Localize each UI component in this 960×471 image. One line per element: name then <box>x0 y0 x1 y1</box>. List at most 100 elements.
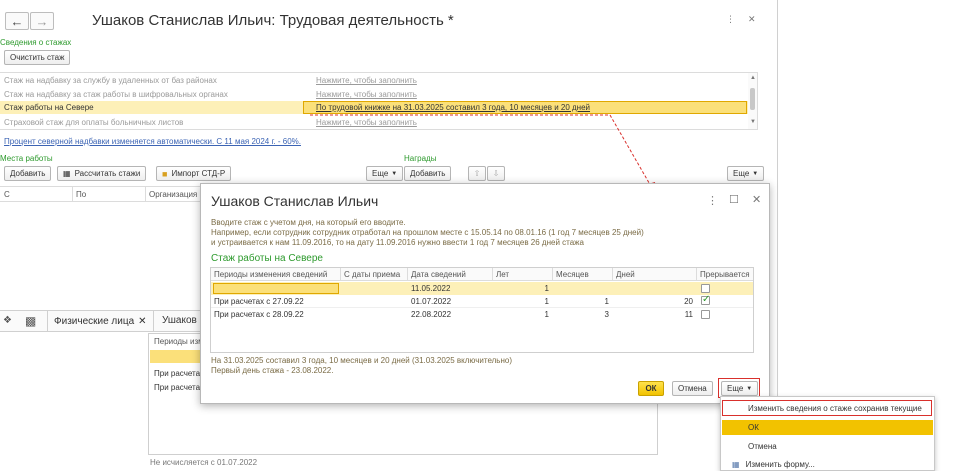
tab-physical-persons[interactable]: Физические лица ✕ <box>47 311 154 331</box>
interrupted-checkbox[interactable] <box>701 310 710 321</box>
hint-line: Вводите стаж с учетом дня, на который ег… <box>211 218 406 227</box>
calc-stazh-button[interactable]: ▦ Рассчитать стажи <box>57 166 147 181</box>
months-cell: 1 <box>604 297 609 306</box>
section-title: Стаж работы на Севере <box>211 253 323 264</box>
date-cell: 22.08.2022 <box>411 310 452 319</box>
chevron-down-icon: ▼ <box>746 385 753 392</box>
bg-row: При расчетах <box>154 383 205 392</box>
bg-highlight-row <box>150 350 202 363</box>
scroll-thumb[interactable] <box>750 88 755 110</box>
close-icon[interactable]: ✕ <box>748 14 756 25</box>
taskbar: ❖ ▩ Физические лица ✕ Ушаков <box>0 310 200 332</box>
period-cell-editing[interactable] <box>213 283 339 294</box>
header-line <box>0 201 200 202</box>
col-header: Дней <box>613 268 697 281</box>
north-percent-link[interactable]: Процент северной надбавки изменяется авт… <box>4 137 301 146</box>
calculator-icon: ▦ <box>63 169 71 178</box>
menu-item-label: Изменить сведения о стаже сохранив текущ… <box>748 403 922 413</box>
dialog-more-button[interactable]: Еще ▼ <box>721 381 759 396</box>
stazh-row-value[interactable]: Нажмите, чтобы заполнить <box>316 90 417 99</box>
summary-line: Первый день стажа - 23.08.2022. <box>211 366 334 375</box>
arrow-right-icon: → <box>35 13 49 29</box>
bg-row: При расчетах <box>154 369 205 378</box>
days-cell: 20 <box>684 297 693 306</box>
connector-arrow <box>310 114 656 194</box>
col-header: Прерывается <box>700 270 750 279</box>
date-cell: 01.07.2022 <box>411 297 452 306</box>
more-awards-button[interactable]: Еще ▼ <box>727 166 765 181</box>
scroll-down-icon[interactable]: ▼ <box>750 119 756 125</box>
col-header: Периоды изменения сведений <box>211 268 341 281</box>
maximize-icon[interactable]: ☐ <box>729 193 739 206</box>
stazh-row-label: Стаж на надбавку за службу в удаленных о… <box>4 76 217 85</box>
stazh-row-label: Страховой стаж для оплаты больничных лис… <box>4 118 184 127</box>
tab-label: Физические лица <box>54 315 135 327</box>
menu-item-label: ОК <box>748 423 759 432</box>
window-title: Ушаков Станислав Ильич: Трудовая деятель… <box>92 12 454 29</box>
stazh-row[interactable]: Стаж на надбавку за службу в удаленных о… <box>0 74 748 87</box>
col-divider <box>145 187 146 201</box>
col-header: Месяцев <box>553 268 613 281</box>
section-label-stazh: Сведения о стажах <box>0 38 72 47</box>
checkmark-icon: ✓ <box>702 294 711 305</box>
col-header: Дата сведений <box>408 268 493 281</box>
tab-ushakov[interactable]: Ушаков <box>162 315 197 326</box>
col-header: Лет <box>493 268 553 281</box>
years-cell: 1 <box>544 284 549 293</box>
connector-line <box>310 114 653 189</box>
stazh-row-value[interactable]: Нажмите, чтобы заполнить <box>316 76 417 85</box>
years-cell: 1 <box>544 310 549 319</box>
table-row[interactable]: 11.05.2022 1 <box>211 282 753 295</box>
period-cell: При расчетах с 27.09.22 <box>214 297 304 306</box>
table-header: Периоды изменения сведений С даты приема… <box>211 268 753 281</box>
clear-stazh-button[interactable]: Очистить стаж <box>4 50 71 65</box>
days-cell: 11 <box>684 310 693 319</box>
section-label-places: Места работы <box>0 154 53 163</box>
stazh-row-label: Стаж на надбавку за стаж работы в шифров… <box>4 90 228 99</box>
scrollbar[interactable]: ▲ ▼ <box>748 73 757 129</box>
more-awards-label: Еще <box>733 169 750 178</box>
menu-item-change-form[interactable]: ▦ Изменить форму... <box>722 457 933 471</box>
months-cell: 3 <box>604 310 609 319</box>
dialog-close-icon[interactable]: ✕ <box>752 193 761 206</box>
scroll-up-icon[interactable]: ▲ <box>750 75 756 81</box>
menu-item-label: Отмена <box>748 442 777 451</box>
col-header-from: С <box>4 190 10 199</box>
interrupted-checkbox[interactable]: ✓ <box>701 294 711 307</box>
back-button[interactable]: ← <box>5 12 29 30</box>
pin-icon[interactable]: ❖ <box>3 315 12 326</box>
dialog-more-icon[interactable]: ⋮ <box>707 194 718 207</box>
forward-button[interactable]: → <box>30 12 54 30</box>
col-header-org: Организация <box>149 190 198 199</box>
chat-icon[interactable]: ▩ <box>25 314 36 328</box>
dialog-title: Ушаков Станислав Ильич <box>211 193 379 209</box>
col-header: С даты приема <box>341 268 408 281</box>
ok-button[interactable]: ОК <box>638 381 664 396</box>
table-row[interactable]: При расчетах с 28.09.22 22.08.2022 1 3 1… <box>211 308 753 321</box>
hint-line: Например, если сотрудник сотрудник отраб… <box>211 228 644 237</box>
menu-item-cancel[interactable]: Отмена <box>722 439 933 454</box>
dialog: Ушаков Станислав Ильич ⋮ ☐ ✕ Вводите ста… <box>200 183 770 404</box>
col-header-to: По <box>76 190 87 199</box>
form-settings-icon: ▦ <box>732 459 740 469</box>
cancel-button[interactable]: Отмена <box>672 381 713 396</box>
years-cell: 1 <box>544 297 549 306</box>
close-tab-icon[interactable]: ✕ <box>138 316 146 327</box>
places-table: С По Организация <box>0 186 200 296</box>
folder-icon: ■ <box>162 168 168 179</box>
col-divider <box>72 187 73 201</box>
import-std-label: Импорт СТД-Р <box>171 169 226 178</box>
table-row[interactable]: При расчетах с 27.09.22 01.07.2022 1 1 2… <box>211 294 753 308</box>
bg-footer: Не исчисляется с 01.07.2022 <box>150 458 258 467</box>
more-actions-icon[interactable]: ⋮ <box>726 14 735 25</box>
dialog-more-label: Еще <box>727 384 744 393</box>
menu-item-label: Изменить форму... <box>745 459 815 469</box>
summary-line: На 31.03.2025 составил 3 года, 10 месяце… <box>211 356 513 365</box>
date-cell: 11.05.2022 <box>411 284 451 293</box>
add-place-button[interactable]: Добавить <box>4 166 52 181</box>
menu-item-change-stazh[interactable]: Изменить сведения о стаже сохранив текущ… <box>722 400 932 416</box>
menu-item-ok[interactable]: ОК <box>722 420 933 435</box>
chevron-down-icon: ▼ <box>752 170 759 177</box>
import-std-button[interactable]: ■ Импорт СТД-Р <box>156 166 232 181</box>
more-menu: Изменить сведения о стаже сохранив текущ… <box>720 396 935 471</box>
